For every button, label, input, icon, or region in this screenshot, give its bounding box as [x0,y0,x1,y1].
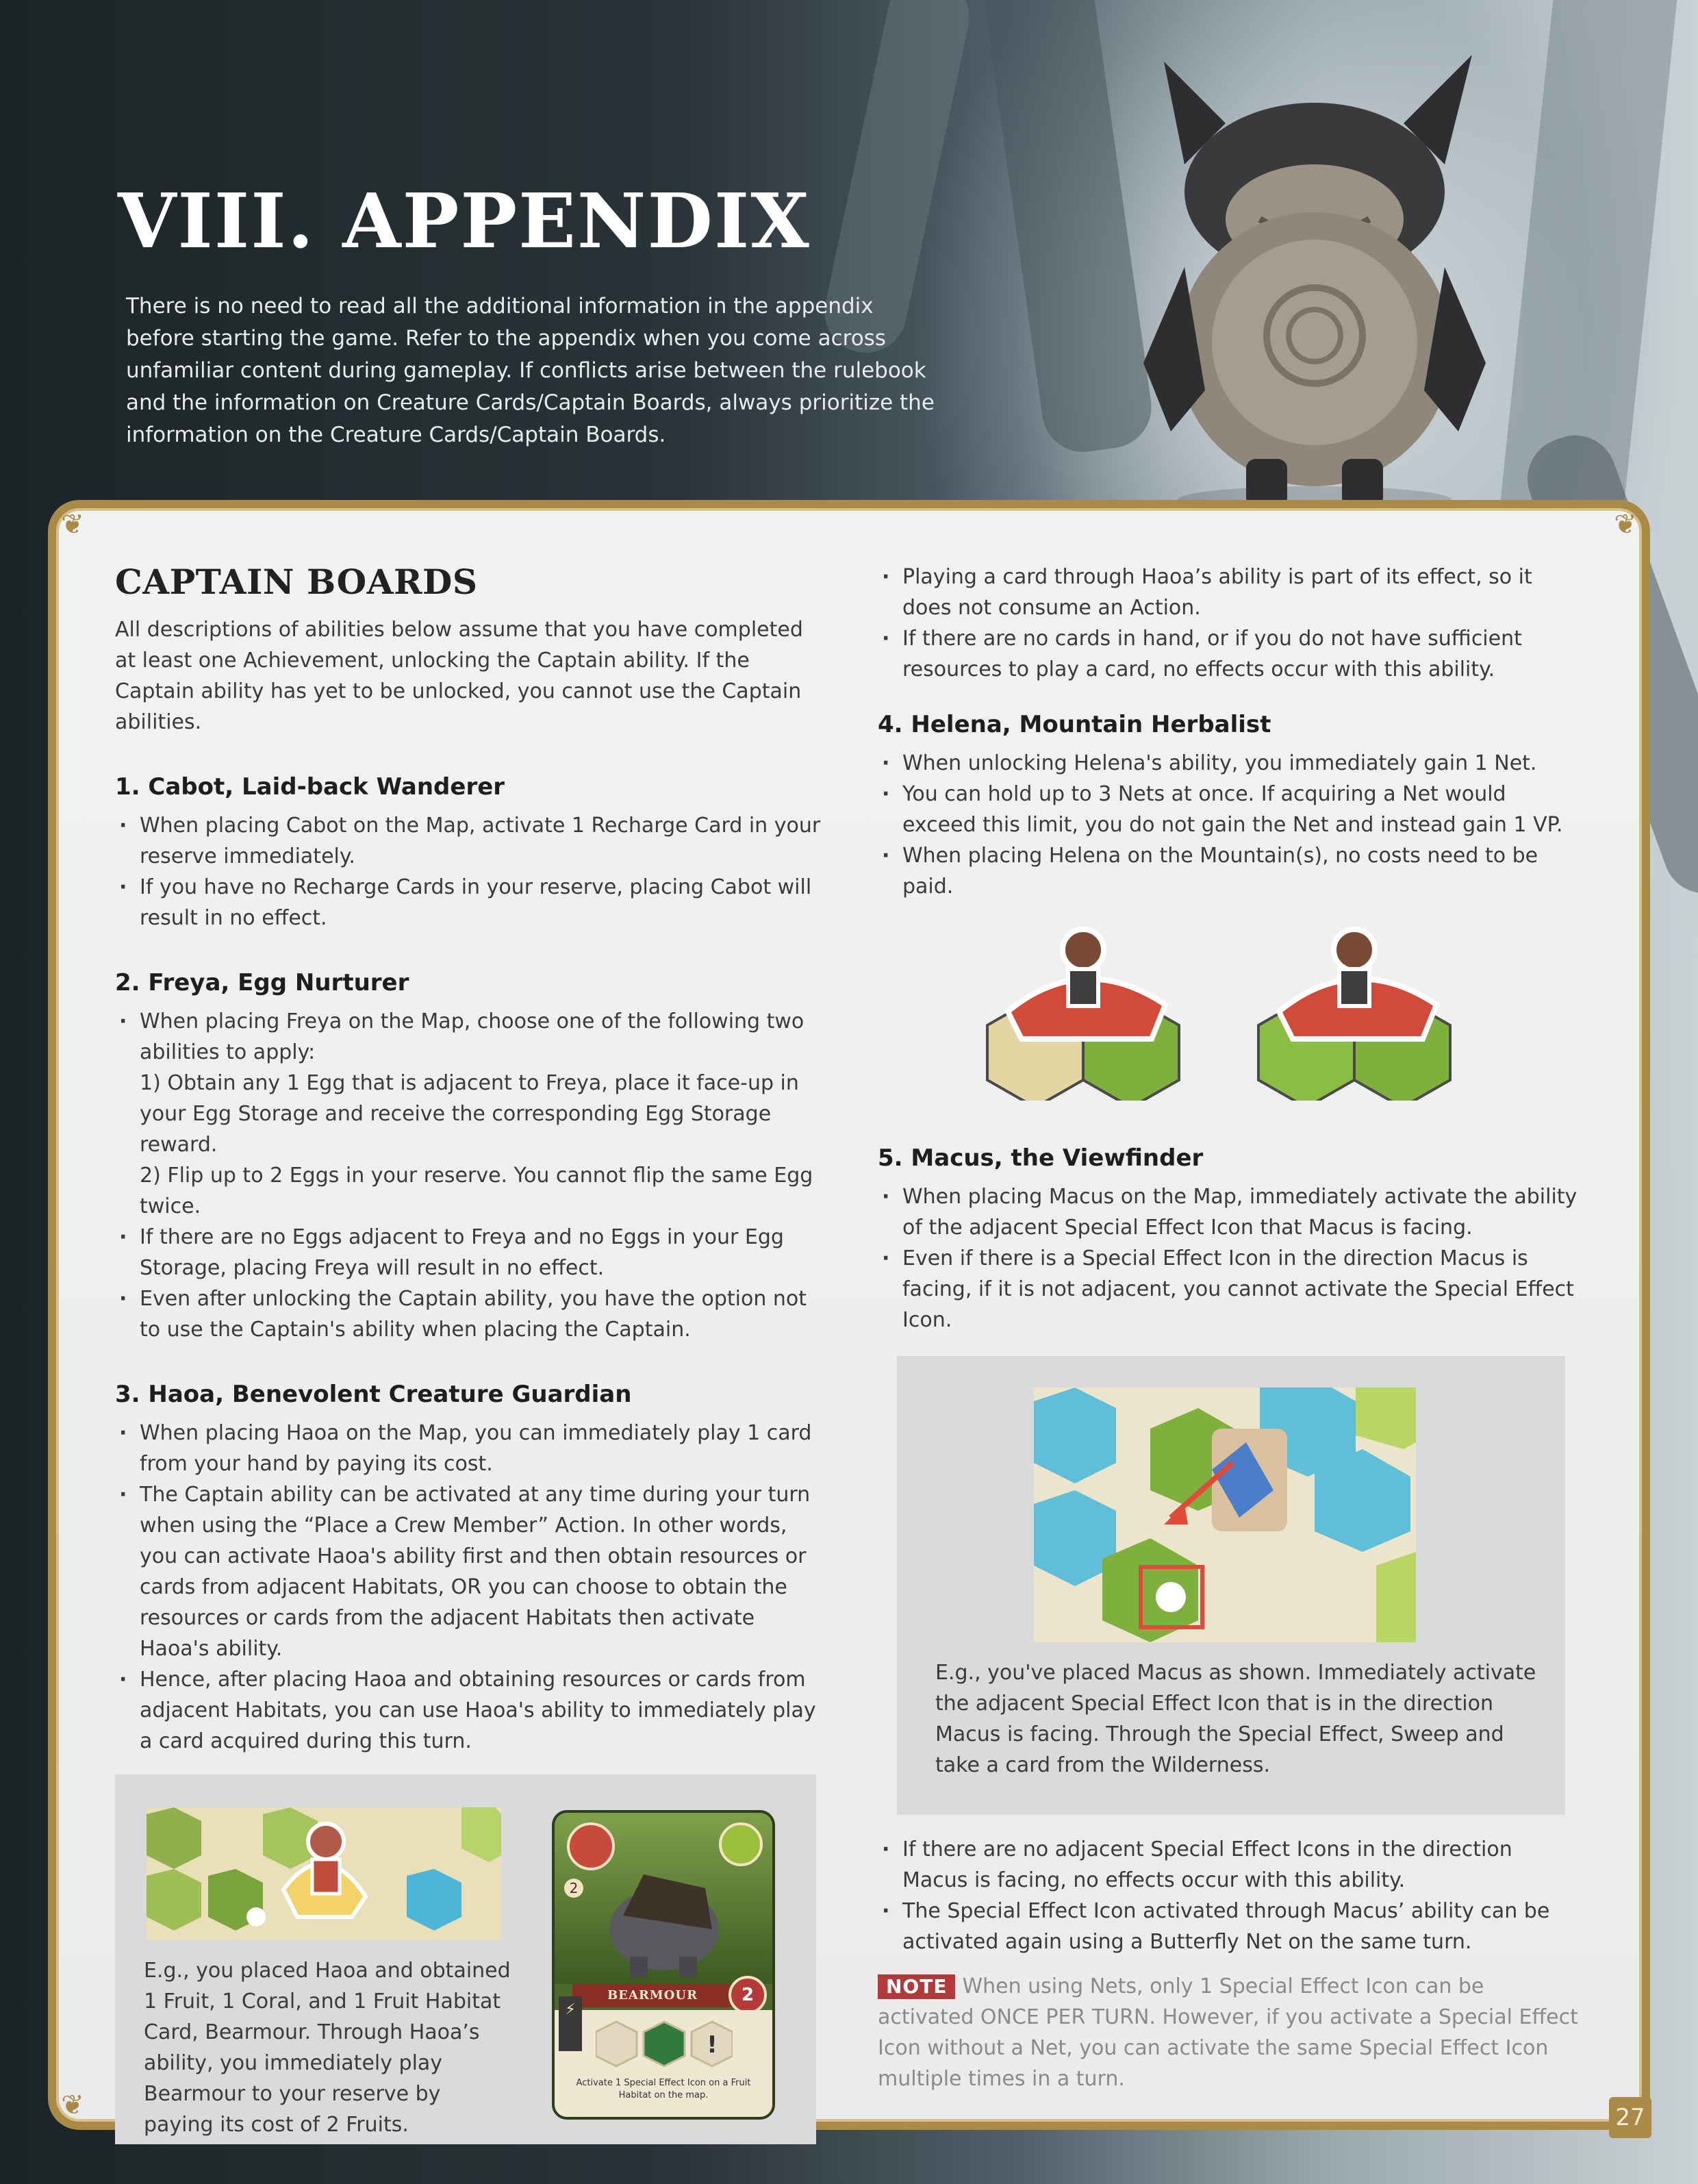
macus-bullets-after: If there are no adjacent Special Effect … [878,1834,1583,1957]
list-item: If you have no Recharge Cards in your re… [115,872,827,933]
bearmour-card: 2 BEARMOUR 2 ⚡ ! Activate 1 Special Effe… [552,1810,775,2120]
list-item: If there are no Eggs adjacent to Freya a… [115,1222,827,1283]
list-item: When unlocking Helena's ability, you imm… [878,748,1583,779]
section-lead: All descriptions of abilities below assu… [115,618,803,734]
list-item: You can hold up to 3 Nets at once. If ac… [878,779,1583,840]
card-corner-value: 2 [564,1879,583,1898]
freya-bullets: When placing Freya on the Map, choose on… [115,1006,827,1345]
list-item: Even if there is a Special Effect Icon i… [878,1243,1583,1335]
note-block: NOTE When using Nets, only 1 Special Effe… [878,1971,1583,2094]
page-title: VIII. APPENDIX [118,177,811,265]
note-badge: NOTE [878,1974,956,1999]
captain-title-haoa: 3. Haoa, Benevolent Creature Guardian [115,1381,632,1408]
list-item: Hence, after placing Haoa and obtaining … [115,1664,827,1757]
lightning-icon: ⚡ [559,1996,582,2051]
list-item: When placing Helena on the Mountain(s), … [878,840,1583,902]
captain-title-cabot: 1. Cabot, Laid-back Wanderer [115,773,505,801]
list-item: When placing Freya on the Map, choose on… [115,1006,827,1222]
helena-on-mountains-illustration [1257,927,1452,1101]
sub-item: 1) Obtain any 1 Egg that is adjacent to … [140,1071,799,1157]
helena-illustrations [878,916,1583,1121]
helena-on-mountain-illustration [986,927,1180,1101]
right-column: Playing a card through Haoa’s ability is… [878,562,1583,2094]
sub-item: 2) Flip up to 2 Eggs in your reserve. Yo… [140,1164,813,1218]
haoa-bullets-continued: Playing a card through Haoa’s ability is… [878,562,1583,685]
list-item: When placing Cabot on the Map, activate … [115,810,827,872]
macus-example-text: E.g., you've placed Macus as shown. Imme… [935,1661,1536,1777]
note-text: When using Nets, only 1 Special Effect I… [878,1974,1578,2091]
card-cost: 2 [728,1976,767,2014]
macus-map-illustration [1034,1388,1416,1642]
captain-title-macus: 5. Macus, the Viewfinder [878,1144,1204,1172]
haoa-example-text: E.g., you placed Haoa and obtained 1 Fru… [144,1959,511,2137]
list-item: When placing Macus on the Map, immediate… [878,1181,1583,1243]
corner-ornament: ❦ [1614,509,1637,540]
list-item: The Captain ability can be activated at … [115,1479,827,1664]
card-fruit-icon [719,1822,763,1866]
section-title: CAPTAIN BOARDS [115,562,478,602]
list-item: Even after unlocking the Captain ability… [115,1283,827,1345]
haoa-bullets: When placing Haoa on the Map, you can im… [115,1418,827,1757]
page-number: 27 [1609,2097,1651,2138]
card-name-banner: BEARMOUR [572,1984,733,2007]
intro-paragraph: There is no need to read all the additio… [126,294,935,447]
captain-title-freya: 2. Freya, Egg Nurturer [115,969,409,996]
cabot-bullets: When placing Cabot on the Map, activate … [115,810,827,933]
haoa-example-box: E.g., you placed Haoa and obtained 1 Fru… [115,1774,816,2144]
list-item: If there are no cards in hand, or if you… [878,623,1583,685]
captain-title-helena: 4. Helena, Mountain Herbalist [878,711,1271,738]
corner-ornament: ❦ [61,509,84,540]
card-effect-text: Activate 1 Special Effect Icon on a Frui… [576,2078,751,2100]
list-item: If there are no adjacent Special Effect … [878,1834,1583,1896]
list-item: When placing Haoa on the Map, you can im… [115,1418,827,1479]
corner-ornament: ❦ [61,2089,84,2121]
left-column: CAPTAIN BOARDS All descriptions of abili… [115,562,827,2144]
list-item: Playing a card through Haoa’s ability is… [878,562,1583,623]
rock-creature-illustration [1143,55,1486,514]
list-item-text: When placing Freya on the Map, choose on… [140,1009,804,1064]
macus-example-box: E.g., you've placed Macus as shown. Imme… [897,1356,1565,1815]
card-hex-slots: ! [596,2020,733,2068]
svg-text:!: ! [707,2031,718,2059]
list-item: The Special Effect Icon activated throug… [878,1896,1583,1957]
helena-bullets: When unlocking Helena's ability, you imm… [878,748,1583,902]
macus-bullets: When placing Macus on the Map, immediate… [878,1181,1583,1335]
bearmour-creature-icon [609,1874,719,1977]
haoa-map-illustration [147,1807,501,1940]
